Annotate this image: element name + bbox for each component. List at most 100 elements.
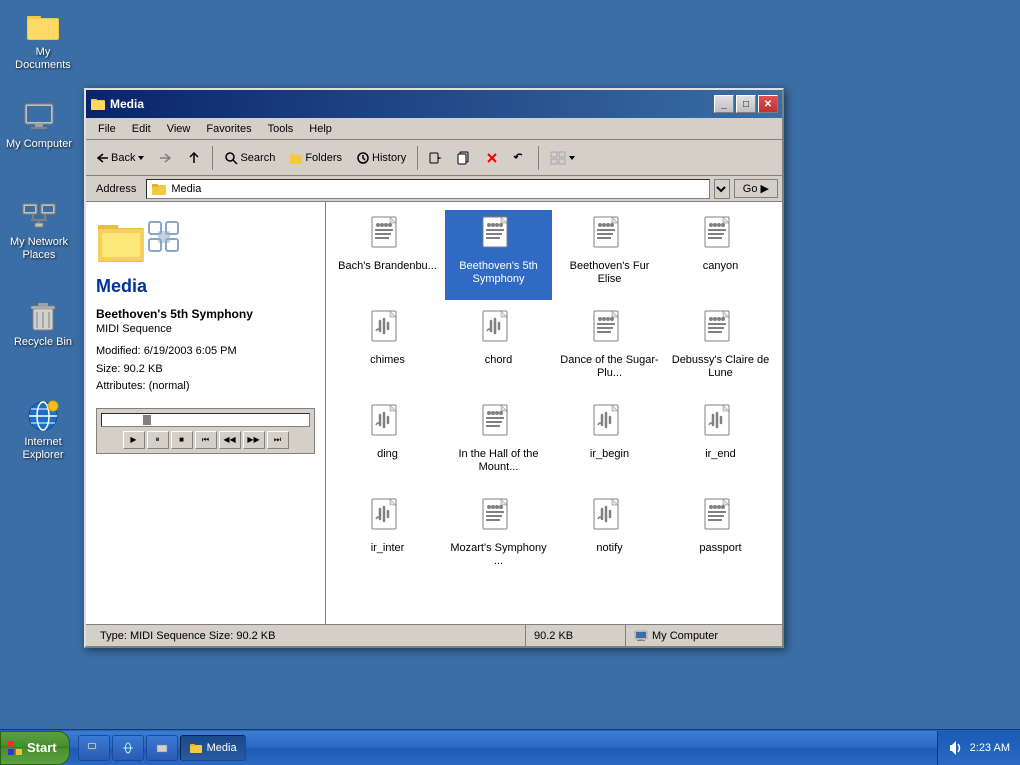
file-label: ir_begin bbox=[590, 448, 629, 461]
file-grid: Bach's Brandenbu... Beethoven's 5th Symp… bbox=[326, 202, 782, 624]
move-to-button[interactable] bbox=[424, 144, 448, 172]
menu-file[interactable]: File bbox=[90, 121, 124, 137]
volume-icon[interactable] bbox=[948, 740, 964, 756]
menu-help[interactable]: Help bbox=[301, 121, 340, 137]
file-item[interactable]: Beethoven's Fur Elise bbox=[556, 210, 663, 300]
file-attributes: Attributes: (normal) bbox=[96, 378, 315, 396]
file-label: Bach's Brandenbu... bbox=[338, 260, 437, 273]
taskbar-items: Media bbox=[74, 735, 937, 761]
file-icon bbox=[479, 214, 519, 258]
my-computer-desktop-icon[interactable]: My Computer bbox=[4, 100, 74, 151]
separator1 bbox=[212, 146, 213, 170]
search-button[interactable]: Search bbox=[219, 144, 280, 172]
undo-button[interactable] bbox=[508, 144, 532, 172]
skip-back-button[interactable]: ⏮ bbox=[195, 431, 217, 449]
file-item[interactable]: chord bbox=[445, 304, 552, 394]
back-button[interactable]: Back bbox=[90, 144, 150, 172]
file-label: Mozart's Symphony ... bbox=[449, 542, 548, 568]
explorer-window: Media _ □ ✕ File Edit View Favorites Too… bbox=[84, 88, 784, 648]
folders-button[interactable]: Folders bbox=[284, 144, 347, 172]
history-button[interactable]: History bbox=[351, 144, 411, 172]
file-item[interactable]: Debussy's Claire de Lune bbox=[667, 304, 774, 394]
system-tray: 2:23 AM bbox=[937, 731, 1020, 765]
play-button[interactable]: ▶ bbox=[123, 431, 145, 449]
file-item[interactable]: ding bbox=[334, 398, 441, 488]
midi-file-icon bbox=[481, 215, 517, 257]
menu-view[interactable]: View bbox=[159, 121, 199, 137]
search-icon bbox=[224, 151, 238, 165]
go-button[interactable]: Go ▶ bbox=[734, 179, 778, 198]
stop-button[interactable]: ■ bbox=[171, 431, 193, 449]
taskbar-item2[interactable] bbox=[112, 735, 144, 761]
delete-button[interactable] bbox=[480, 144, 504, 172]
network-places-desktop-icon[interactable]: My Network Places bbox=[4, 198, 74, 262]
my-documents-icon[interactable]: My Documents bbox=[8, 8, 78, 72]
taskbar-item3[interactable] bbox=[146, 735, 178, 761]
maximize-button[interactable]: □ bbox=[736, 95, 756, 113]
file-item[interactable]: Bach's Brandenbu... bbox=[334, 210, 441, 300]
menu-tools[interactable]: Tools bbox=[260, 121, 302, 137]
file-type: MIDI Sequence bbox=[96, 323, 315, 335]
rewind-button[interactable]: ◀◀ bbox=[219, 431, 241, 449]
address-label: Address bbox=[90, 183, 142, 195]
views-button[interactable] bbox=[545, 144, 581, 172]
file-icon bbox=[590, 402, 630, 446]
file-item[interactable]: canyon bbox=[667, 210, 774, 300]
taskbar-media-item[interactable]: Media bbox=[180, 735, 246, 761]
file-item[interactable]: Dance of the Sugar-Plu... bbox=[556, 304, 663, 394]
player-progress[interactable] bbox=[101, 413, 310, 427]
file-label: canyon bbox=[703, 260, 738, 273]
file-icon bbox=[701, 402, 741, 446]
file-icon bbox=[701, 214, 741, 258]
pause-button[interactable]: ⏸ bbox=[147, 431, 169, 449]
start-button[interactable]: Start bbox=[0, 731, 70, 765]
up-button[interactable] bbox=[182, 144, 206, 172]
file-item[interactable]: Beethoven's 5th Symphony bbox=[445, 210, 552, 300]
file-item[interactable]: chimes bbox=[334, 304, 441, 394]
media-player: ▶ ⏸ ■ ⏮ ◀◀ ▶▶ ⏭ bbox=[96, 408, 315, 454]
left-panel: Media Beethoven's 5th Symphony MIDI Sequ… bbox=[86, 202, 326, 624]
file-item[interactable]: ir_inter bbox=[334, 492, 441, 582]
file-item[interactable]: ir_end bbox=[667, 398, 774, 488]
audio-file-icon bbox=[592, 403, 628, 445]
close-button[interactable]: ✕ bbox=[758, 95, 778, 113]
file-item[interactable]: In the Hall of the Mount... bbox=[445, 398, 552, 488]
fast-forward-button[interactable]: ▶▶ bbox=[243, 431, 265, 449]
recycle-bin-desktop-icon[interactable]: Recycle Bin bbox=[8, 298, 78, 349]
copy-to-button[interactable] bbox=[452, 144, 476, 172]
file-label: Beethoven's Fur Elise bbox=[560, 260, 659, 286]
address-dropdown[interactable]: ▼ bbox=[714, 179, 730, 199]
minimize-button[interactable]: _ bbox=[714, 95, 734, 113]
file-label: Debussy's Claire de Lune bbox=[671, 354, 770, 380]
file-icon bbox=[479, 496, 519, 540]
menu-favorites[interactable]: Favorites bbox=[198, 121, 259, 137]
midi-file-icon bbox=[592, 215, 628, 257]
file-label: Beethoven's 5th Symphony bbox=[449, 260, 548, 286]
views-icon bbox=[550, 151, 566, 165]
back-dropdown-icon bbox=[137, 154, 145, 162]
file-icon bbox=[701, 496, 741, 540]
windows-logo bbox=[7, 740, 23, 756]
skip-forward-button[interactable]: ⏭ bbox=[267, 431, 289, 449]
taskbar: Start Media bbox=[0, 729, 1020, 765]
folder-art-squares bbox=[144, 217, 184, 257]
history-icon bbox=[356, 151, 370, 165]
file-item[interactable]: ir_begin bbox=[556, 398, 663, 488]
back-icon bbox=[95, 151, 109, 165]
file-icon bbox=[590, 496, 630, 540]
copy-icon bbox=[457, 151, 471, 165]
file-item[interactable]: notify bbox=[556, 492, 663, 582]
forward-button[interactable] bbox=[154, 144, 178, 172]
taskbar-icon1 bbox=[87, 742, 101, 754]
file-label: notify bbox=[596, 542, 622, 555]
internet-explorer-desktop-icon[interactable]: Internet Explorer bbox=[8, 398, 78, 462]
file-item[interactable]: passport bbox=[667, 492, 774, 582]
file-icon bbox=[368, 214, 408, 258]
taskbar-item1[interactable] bbox=[78, 735, 110, 761]
file-item[interactable]: Mozart's Symphony ... bbox=[445, 492, 552, 582]
menu-edit[interactable]: Edit bbox=[124, 121, 159, 137]
taskbar-icon3 bbox=[155, 741, 169, 755]
address-input[interactable]: Media bbox=[146, 179, 709, 199]
separator2 bbox=[417, 146, 418, 170]
player-thumb[interactable] bbox=[143, 415, 151, 425]
